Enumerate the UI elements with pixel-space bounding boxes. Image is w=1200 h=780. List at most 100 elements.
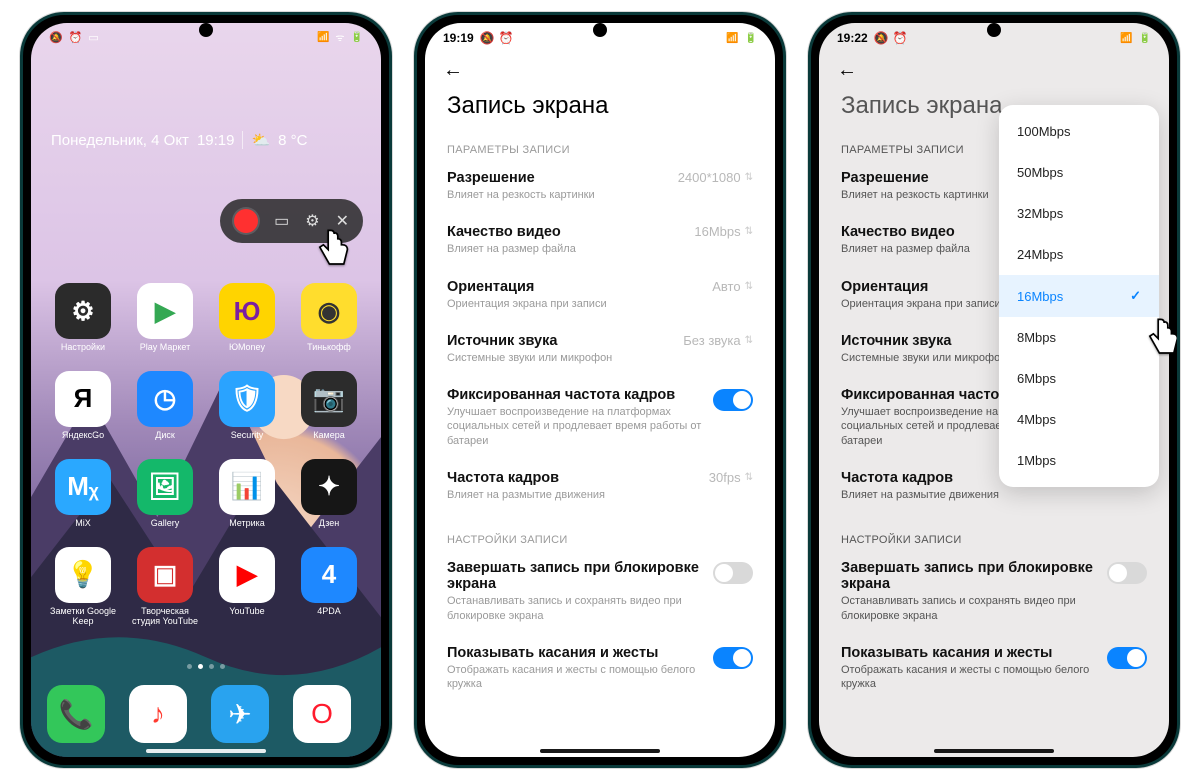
app-label: ЯндексGo: [62, 431, 104, 441]
home-indicator[interactable]: [540, 749, 660, 753]
back-button[interactable]: ←: [425, 53, 775, 82]
app-icon[interactable]: ◉: [301, 283, 357, 339]
bitrate-option-16mbps[interactable]: 16Mbps: [999, 275, 1159, 317]
phone-settings: 19:19 🔕 ⏰ 📶🔋 ← Запись экрана ПАРАМЕТРЫ З…: [414, 12, 786, 768]
app-тинькофф[interactable]: ◉Тинькофф: [293, 283, 365, 353]
app-камера[interactable]: 📷 Камера: [293, 371, 365, 441]
clock-widget[interactable]: Понедельник, 4 Окт 19:19 ⛅ 8 °C: [51, 131, 361, 149]
app-icon[interactable]: Mᵪ: [55, 459, 111, 515]
row-stop-on-lock[interactable]: Завершать запись при блокировке экрана О…: [819, 550, 1169, 635]
row-subtitle: Ориентация экрана при записи: [447, 297, 704, 311]
row-ориентация[interactable]: ОриентацияОриентация экрана при записиАв…: [425, 269, 775, 323]
bitrate-option-4mbps[interactable]: 4Mbps: [999, 399, 1159, 440]
row-качество-видео[interactable]: Качество видеоВлияет на размер файла16Mb…: [425, 214, 775, 268]
alarm-icon: ⏰: [499, 31, 514, 45]
battery-icon: 🔋: [745, 33, 757, 44]
bitrate-option-100mbps[interactable]: 100Mbps: [999, 111, 1159, 152]
bitrate-option-1mbps[interactable]: 1Mbps: [999, 440, 1159, 481]
row-title: Показывать касания и жесты: [841, 645, 1099, 661]
app-label: ЮMoney: [229, 343, 265, 353]
bitrate-option-6mbps[interactable]: 6Mbps: [999, 358, 1159, 399]
row-title: Показывать касания и жесты: [447, 645, 705, 661]
recordings-icon[interactable]: ▭: [274, 211, 289, 231]
bitrate-option-50mbps[interactable]: 50Mbps: [999, 152, 1159, 193]
app-icon[interactable]: ▣: [137, 547, 193, 603]
page-indicator: [31, 664, 381, 669]
toggle-show-touch[interactable]: [1107, 647, 1147, 669]
app-security[interactable]: 🛡 Security: [211, 371, 283, 441]
row-show-touch[interactable]: Показывать касания и жесты Отображать ка…: [425, 635, 775, 704]
app-play-маркет[interactable]: ▶Play Маркет: [129, 283, 201, 353]
app-youtube[interactable]: ▶YouTube: [211, 547, 283, 627]
row-fixed-fps[interactable]: Фиксированная частота кадров Улучшает во…: [425, 377, 775, 460]
app-дзен[interactable]: ✦Дзен: [293, 459, 365, 529]
app-творческая-студия-youtube[interactable]: ▣ Творческая студия YouTube: [129, 547, 201, 627]
app-юmoney[interactable]: Ю ЮMoney: [211, 283, 283, 353]
bitrate-option-8mbps[interactable]: 8Mbps: [999, 317, 1159, 358]
row-stop-on-lock[interactable]: Завершать запись при блокировке экрана О…: [425, 550, 775, 635]
row-show-touch[interactable]: Показывать касания и жесты Отображать ка…: [819, 635, 1169, 704]
toggle-fixed-fps[interactable]: [713, 389, 753, 411]
app-диск[interactable]: ◷Диск: [129, 371, 201, 441]
app-icon[interactable]: ▶: [137, 283, 193, 339]
app-icon[interactable]: 💡: [55, 547, 111, 603]
app-icon[interactable]: ⚙: [55, 283, 111, 339]
dnd-icon: 🔕: [49, 31, 63, 44]
bitrate-option-32mbps[interactable]: 32Mbps: [999, 193, 1159, 234]
app-icon[interactable]: 📊: [219, 459, 275, 515]
dock-app[interactable]: O: [293, 685, 351, 743]
section-header-rec: НАСТРОЙКИ ЗАПИСИ: [425, 528, 775, 550]
app-icon[interactable]: ◷: [137, 371, 193, 427]
home-app-grid: ⚙Настройки▶Play Маркет Ю ЮMoney ◉Тинькофф ЯЯ…: [47, 283, 365, 626]
app-mix[interactable]: Mᵪ MiX: [47, 459, 119, 529]
app-label: Творческая студия YouTube: [130, 607, 200, 627]
app-яндексgo[interactable]: Я ЯндексGo: [47, 371, 119, 441]
app-icon[interactable]: 🖼: [137, 459, 193, 515]
app-icon[interactable]: 🛡: [219, 371, 275, 427]
gear-icon[interactable]: ⚙: [305, 211, 319, 231]
app-gallery[interactable]: 🖼Gallery: [129, 459, 201, 529]
dock-app[interactable]: ✈: [211, 685, 269, 743]
row-разрешение[interactable]: РазрешениеВлияет на резкость картинки240…: [425, 160, 775, 214]
app-label: MiX: [75, 519, 91, 529]
bitrate-popup[interactable]: 100Mbps50Mbps32Mbps24Mbps16Mbps8Mbps6Mbp…: [999, 105, 1159, 487]
toggle-show-touch[interactable]: [713, 647, 753, 669]
home-indicator[interactable]: [146, 749, 266, 753]
app-label: Security: [231, 431, 264, 441]
toggle-stop-on-lock[interactable]: [1107, 562, 1147, 584]
home-indicator[interactable]: [934, 749, 1054, 753]
dock-app[interactable]: 📞: [47, 685, 105, 743]
screen-recorder-toolbar[interactable]: ▭ ⚙ ✕: [220, 199, 363, 243]
row-subtitle: Останавливать запись и сохранять видео п…: [841, 594, 1099, 623]
phone-settings-popup: 19:22 🔕 ⏰ 📶🔋 ← Запись экрана ПАРАМЕТРЫ З…: [808, 12, 1180, 768]
row-value: 16Mbps: [694, 224, 740, 239]
dock-app[interactable]: ♪: [129, 685, 187, 743]
record-icon[interactable]: [234, 209, 258, 233]
row-subtitle: Влияет на размер файла: [447, 242, 686, 256]
row-value: Без звука: [683, 333, 740, 348]
app-заметки-google-keep[interactable]: 💡Заметки Google Keep: [47, 547, 119, 627]
app-label: Камера: [313, 431, 344, 441]
toggle-stop-on-lock[interactable]: [713, 562, 753, 584]
close-icon[interactable]: ✕: [336, 211, 349, 231]
app-icon[interactable]: ▶: [219, 547, 275, 603]
row-subtitle: Влияет на размытие движения: [841, 488, 1095, 502]
signal-icon: 📶: [1120, 33, 1132, 44]
row-title: Источник звука: [447, 333, 675, 349]
row-title: Ориентация: [447, 279, 704, 295]
page-title: Запись экрана: [425, 82, 775, 138]
app-icon[interactable]: ✦: [301, 459, 357, 515]
app-icon[interactable]: 4: [301, 547, 357, 603]
row-subtitle: Улучшает воспроизведение на платформах с…: [447, 405, 705, 448]
row-источник-звука[interactable]: Источник звукаСистемные звуки или микроф…: [425, 323, 775, 377]
row-title: Завершать запись при блокировке экрана: [841, 560, 1099, 592]
app-icon[interactable]: Я: [55, 371, 111, 427]
back-button[interactable]: ←: [819, 53, 1169, 82]
app-метрика[interactable]: 📊Метрика: [211, 459, 283, 529]
app-настройки[interactable]: ⚙Настройки: [47, 283, 119, 353]
app-4pda[interactable]: 44PDA: [293, 547, 365, 627]
app-icon[interactable]: Ю: [219, 283, 275, 339]
app-icon[interactable]: 📷: [301, 371, 357, 427]
row-fps[interactable]: Частота кадров Влияет на размытие движен…: [425, 460, 775, 514]
bitrate-option-24mbps[interactable]: 24Mbps: [999, 234, 1159, 275]
